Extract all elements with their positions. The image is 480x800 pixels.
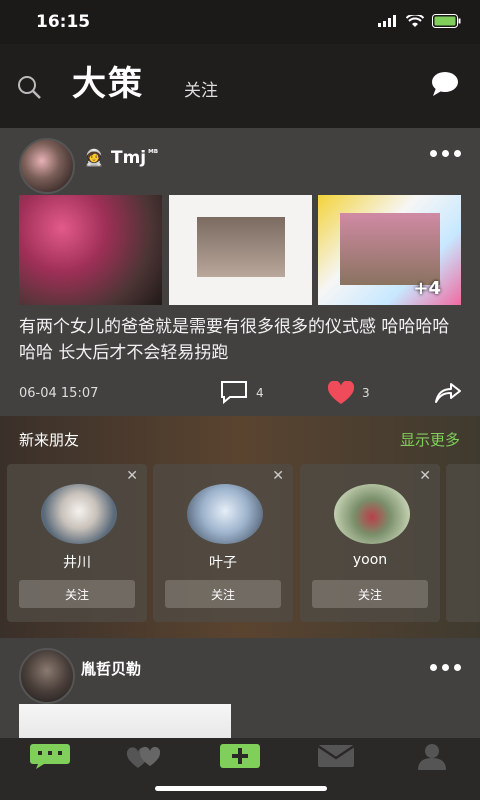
page-title[interactable]: 大策	[72, 56, 144, 105]
tab-follow[interactable]: 关注	[184, 76, 218, 101]
follow-button[interactable]: 关注	[19, 580, 135, 608]
home-icon[interactable]	[28, 742, 72, 770]
user-badge-icon: 🧑‍🚀	[84, 148, 104, 167]
comment-count: 4	[256, 386, 264, 400]
more-options-button[interactable]	[430, 150, 462, 162]
add-icon[interactable]	[218, 742, 262, 770]
close-icon[interactable]: ✕	[272, 468, 284, 484]
dot-icon	[454, 664, 461, 671]
dot-icon	[442, 664, 449, 671]
photo-inner	[340, 213, 440, 285]
post-username[interactable]: Tmj ᴹᴮ	[111, 148, 158, 168]
search-icon[interactable]	[16, 74, 42, 100]
mail-icon[interactable]	[314, 742, 358, 770]
section-title: 新来朋友	[19, 431, 80, 449]
status-icons	[378, 14, 462, 28]
avatar[interactable]	[41, 484, 117, 544]
dot-icon	[430, 150, 437, 157]
post-image[interactable]: +4	[318, 195, 461, 305]
heart-icon[interactable]	[327, 381, 355, 405]
battery-icon	[432, 14, 461, 28]
username-text: Tmj	[111, 148, 147, 168]
friend-card[interactable]: ✕ 井川 关注	[7, 464, 147, 622]
wifi-icon	[406, 14, 424, 27]
share-icon[interactable]	[434, 380, 462, 404]
friend-name: yoon	[352, 552, 388, 568]
username-suffix: ᴹᴮ	[148, 149, 159, 160]
post-text: 有两个女儿的爸爸就是需要有很多很多的仪式感 哈哈哈哈哈哈 长大后才不会轻易拐跑	[19, 317, 450, 363]
comment-icon[interactable]	[220, 380, 248, 404]
discover-icon[interactable]	[122, 742, 166, 770]
avatar[interactable]	[334, 484, 410, 544]
follow-button[interactable]: 关注	[312, 580, 428, 608]
close-icon[interactable]: ✕	[419, 468, 431, 484]
more-options-button[interactable]	[430, 664, 462, 676]
new-friends-section: 新来朋友 显示更多 ✕ 井川 关注 ✕ 叶子 关注 ✕ yoon 关注	[0, 416, 480, 638]
friend-card[interactable]: ✕ 叶子 关注	[153, 464, 293, 622]
follow-button[interactable]: 关注	[165, 580, 281, 608]
dot-icon	[454, 150, 461, 157]
friend-card-partial[interactable]	[446, 464, 480, 622]
post-username[interactable]: 胤哲贝勒	[81, 658, 141, 679]
dot-icon	[442, 150, 449, 157]
avatar[interactable]	[19, 648, 75, 704]
show-more-link[interactable]: 显示更多	[400, 429, 460, 450]
chat-bubble-icon[interactable]	[430, 70, 460, 98]
post-time: 06-04 15:07	[19, 386, 99, 401]
avatar[interactable]	[187, 484, 263, 544]
post-image[interactable]	[19, 195, 162, 305]
photo-inner	[197, 217, 285, 277]
status-time: 16:15	[36, 12, 91, 32]
more-images-count: +4	[413, 278, 441, 299]
friend-name: 叶子	[209, 555, 237, 571]
close-icon[interactable]: ✕	[126, 468, 138, 484]
post-card[interactable]: 🧑‍🚀 Tmj ᴹᴮ +4 有两个女儿的爸爸就是需要有很多很多的仪式感 哈哈哈哈哈…	[0, 128, 480, 416]
home-indicator	[155, 786, 327, 791]
friend-name: 井川	[63, 555, 91, 571]
avatar[interactable]	[19, 138, 75, 194]
signal-icon	[378, 15, 396, 27]
post-card[interactable]: 胤哲贝勒	[0, 638, 480, 744]
post-image[interactable]	[169, 195, 312, 305]
friend-card[interactable]: ✕ yoon 关注	[300, 464, 440, 622]
profile-icon[interactable]	[410, 742, 454, 770]
status-bar: 16:15	[0, 0, 480, 44]
top-header: 大策 关注	[0, 44, 480, 128]
like-count: 3	[362, 386, 370, 400]
dot-icon	[430, 664, 437, 671]
